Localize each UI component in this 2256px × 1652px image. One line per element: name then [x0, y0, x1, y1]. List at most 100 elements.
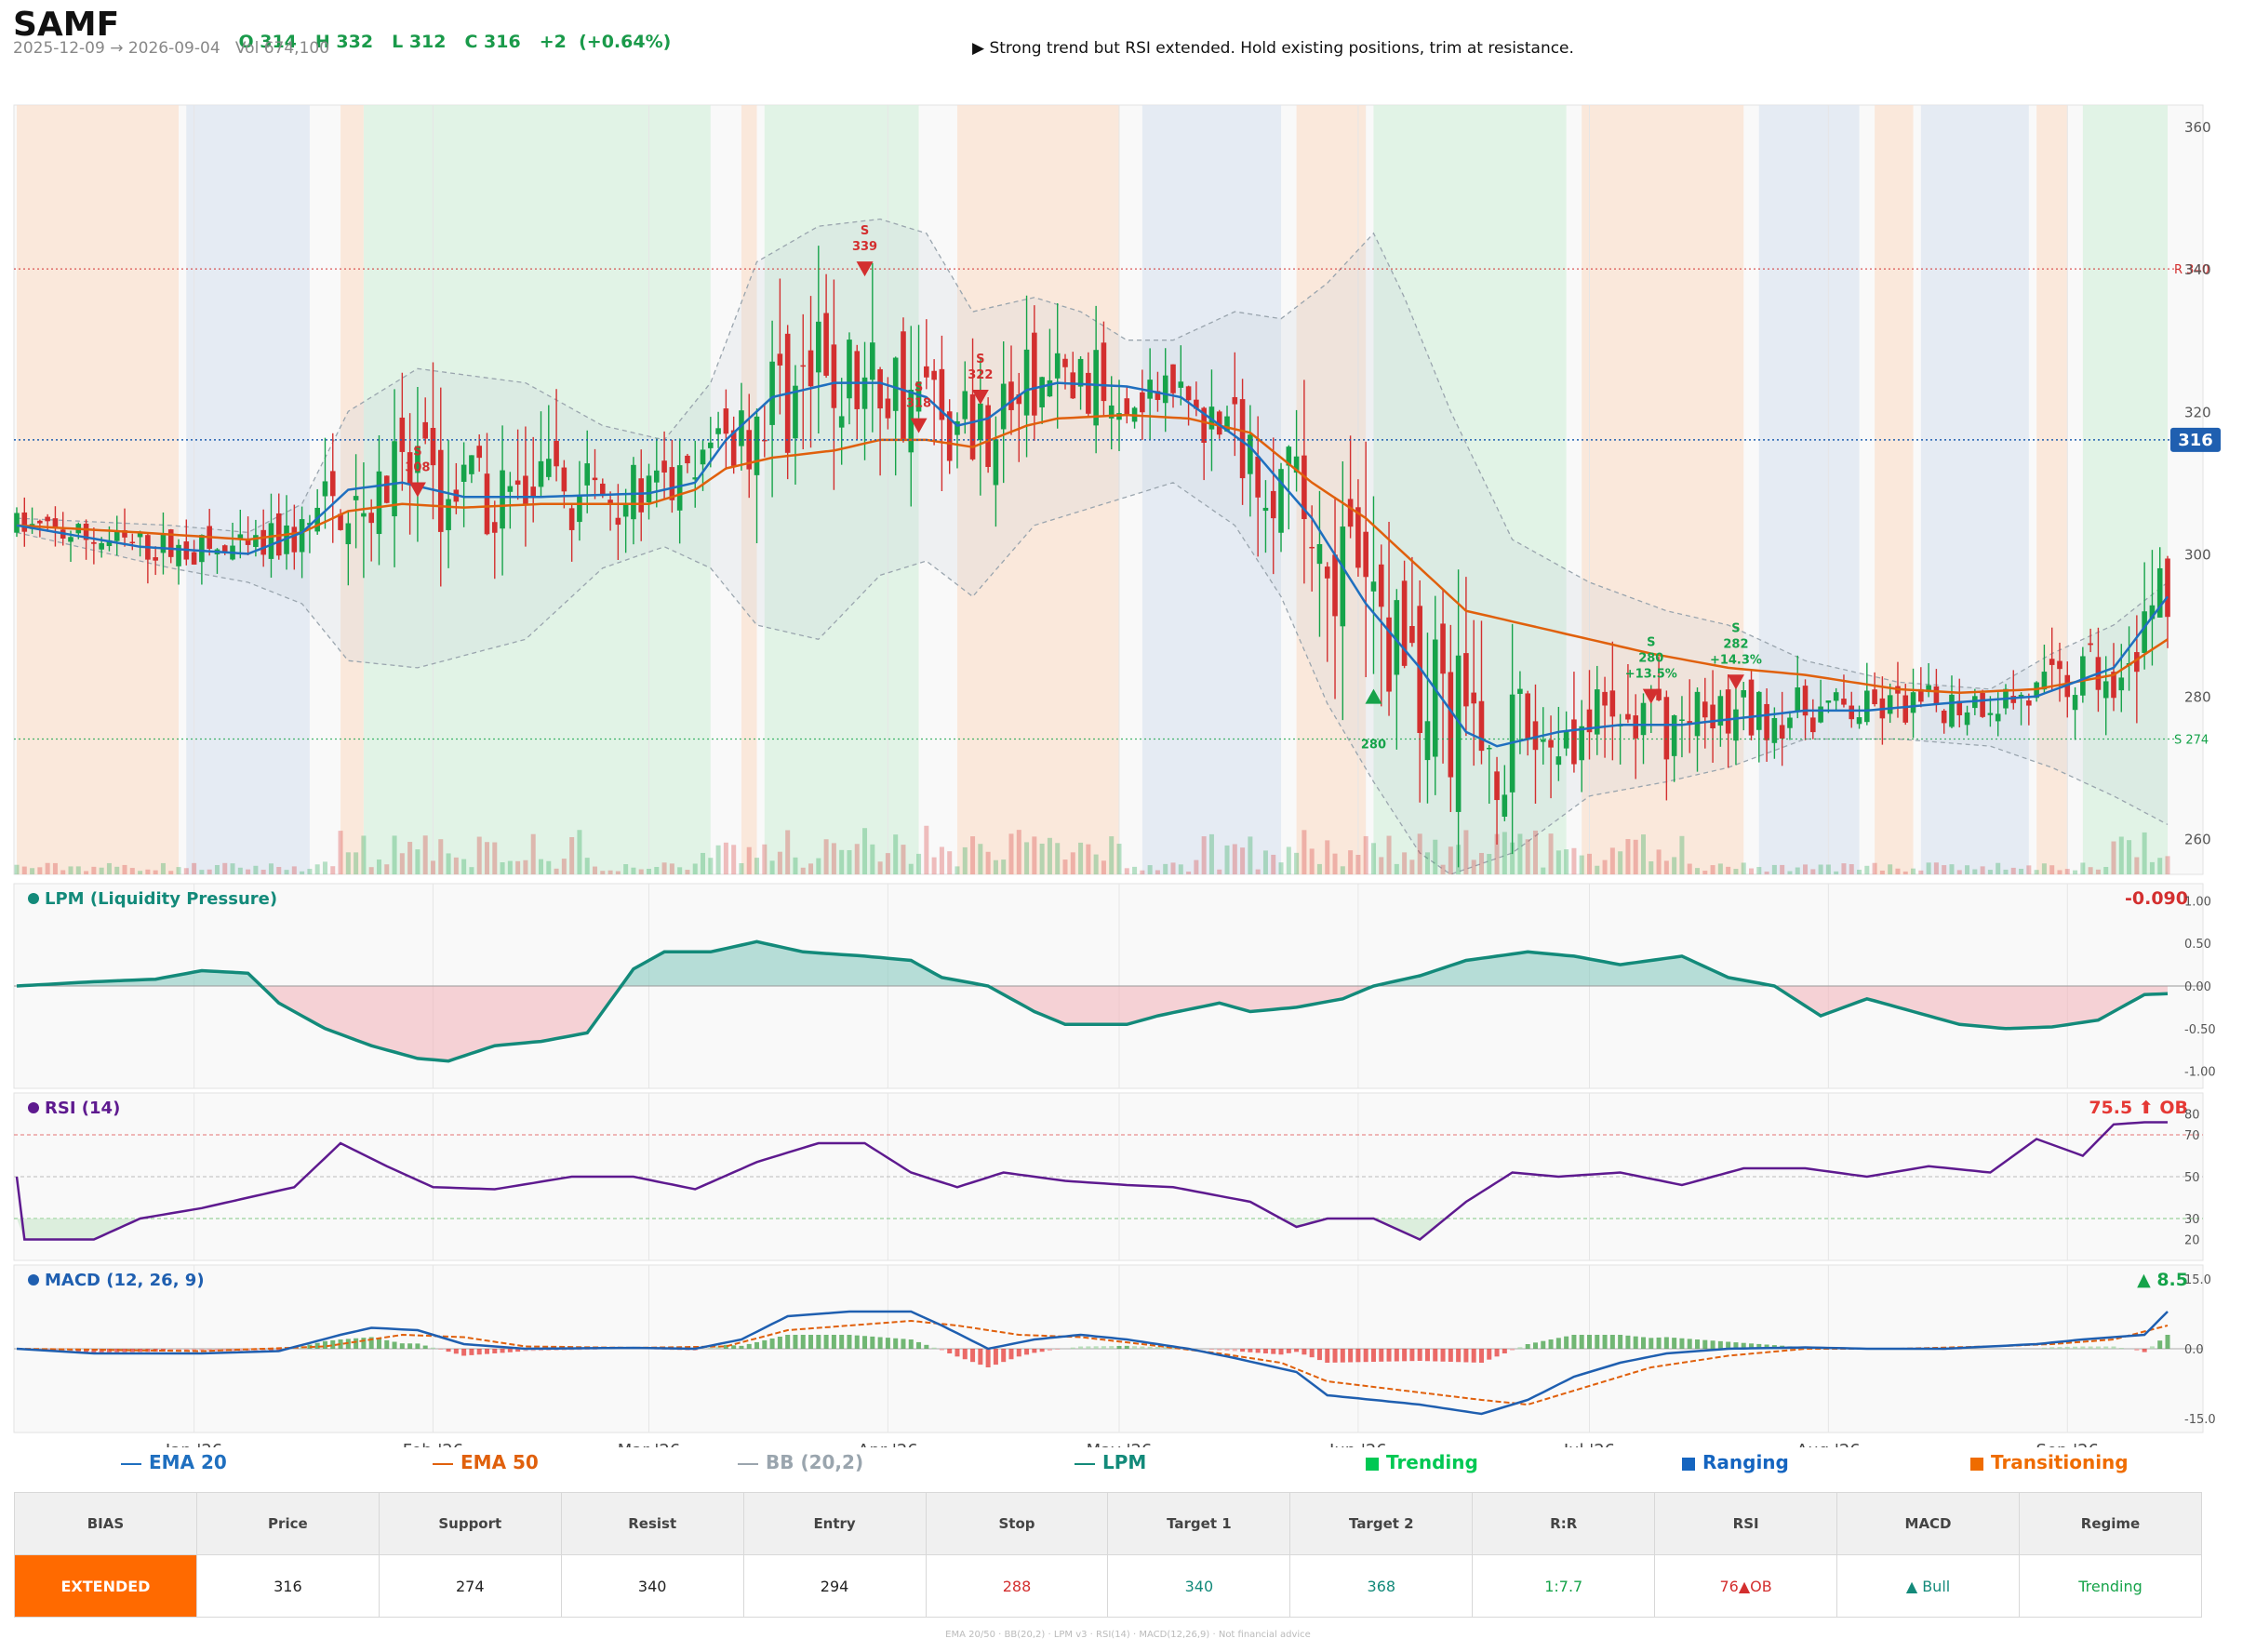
volume-bar [1370, 843, 1376, 874]
volume-bar [931, 857, 937, 874]
candle-body [299, 519, 305, 553]
legend-swatch [1970, 1457, 1983, 1471]
candle-body [1008, 381, 1014, 410]
volume-bar [515, 860, 521, 874]
table-value-cell: 288 [925, 1554, 1109, 1618]
macd-histogram-bar [947, 1349, 953, 1353]
date-range-text: 2025-12-09 → 2026-09-04 [13, 39, 220, 58]
macd-histogram-bar [978, 1349, 983, 1366]
volume-bar [1710, 865, 1715, 874]
macd-histogram-bar [1024, 1349, 1030, 1355]
candle-body [1995, 713, 2001, 722]
volume-bar [654, 867, 660, 874]
candle-body [870, 342, 875, 380]
macd-histogram-bar [2149, 1346, 2155, 1349]
macd-histogram-bar [793, 1335, 798, 1349]
candle-body [361, 513, 367, 517]
macd-histogram-bar [1248, 1349, 1253, 1352]
macd-histogram-bar [2142, 1349, 2147, 1352]
candle-body [1363, 531, 1368, 578]
volume-bar [1163, 863, 1168, 874]
signal-label-1: S [861, 224, 869, 238]
volume-bar [1008, 833, 1014, 874]
macd-histogram-bar [1109, 1346, 1115, 1349]
macd-histogram-bar [1440, 1349, 1446, 1362]
volume-bar [1325, 840, 1330, 874]
volume-bar [762, 844, 768, 874]
volume-bar [384, 864, 390, 874]
x-tick-label: Mar '26 [618, 1441, 681, 1447]
macd-histogram-bar [1232, 1349, 1237, 1352]
candle-body [1787, 717, 1793, 728]
signal-label-4: 280 [1361, 739, 1386, 753]
macd-histogram-bar [1309, 1349, 1315, 1358]
volume-bar [1471, 859, 1476, 874]
volume-bar [1787, 871, 1793, 874]
candle-body [1077, 358, 1084, 387]
volume-bar [1101, 860, 1106, 874]
volume-bar [1633, 839, 1638, 874]
candle-body [1471, 692, 1476, 704]
macd-histogram-bar [1548, 1339, 1554, 1349]
panel-value: ▲ 8.5 [2137, 1270, 2188, 1290]
volume-bar [731, 845, 737, 874]
candle-body [514, 480, 521, 486]
price-y-tick: 360 [2184, 119, 2211, 136]
macd-histogram-bar [1055, 1349, 1061, 1350]
table-value-cell: EXTENDED [14, 1554, 197, 1618]
macd-histogram-bar [1316, 1349, 1322, 1361]
volume-bar [785, 830, 791, 874]
volume-bar [84, 871, 89, 874]
volume-bar [1124, 868, 1129, 874]
volume-bar [214, 864, 220, 874]
macd-histogram-bar [1078, 1346, 1084, 1349]
macd-histogram-bar [1564, 1336, 1569, 1349]
volume-bar [1255, 869, 1261, 874]
volume-bar [1756, 867, 1762, 874]
macd-histogram-bar [847, 1335, 852, 1349]
macd-histogram-bar [970, 1349, 976, 1363]
volume-bar [160, 862, 166, 874]
macd-histogram-bar [1271, 1349, 1276, 1354]
macd-histogram-bar [322, 1340, 327, 1349]
macd-histogram-bar [1618, 1335, 1623, 1349]
table-value-cell: 368 [1289, 1554, 1474, 1618]
volume-bar [1864, 865, 1870, 874]
candle-body [484, 473, 490, 535]
lpm-y-tick: 1.00 [2184, 895, 2211, 909]
volume-bar [1433, 839, 1438, 874]
volume-bar [484, 842, 489, 874]
candle-body [353, 496, 359, 500]
macd-histogram-bar [1595, 1335, 1600, 1349]
volume-bar [237, 867, 243, 874]
macd-histogram-bar [1541, 1340, 1546, 1349]
volume-bar [1024, 842, 1030, 874]
volume-bar [1933, 862, 1939, 874]
candle-body [676, 465, 683, 511]
macd-histogram-bar [1047, 1349, 1052, 1352]
volume-bar [1478, 852, 1484, 874]
signal-label-5: 280 [1638, 652, 1663, 666]
macd-histogram-bar [954, 1349, 960, 1357]
volume-bar [1302, 830, 1307, 874]
legend-item-2: BB (20,2) [738, 1451, 863, 1473]
volume-bar [1448, 846, 1453, 874]
volume-bar [1147, 865, 1153, 874]
candle-body [1047, 380, 1053, 397]
table-value-cell: 294 [742, 1554, 927, 1618]
candle-body [1779, 725, 1785, 739]
volume-bar [354, 852, 359, 874]
candle-body [1841, 699, 1847, 705]
candle-body [1463, 653, 1469, 707]
table-value-cell: 274 [378, 1554, 562, 1618]
volume-bar [1379, 857, 1384, 874]
candle-body [885, 398, 891, 419]
candle-body [260, 529, 266, 555]
macd-histogram-bar [862, 1336, 868, 1349]
candle-body [638, 478, 645, 513]
volume-bar [1440, 864, 1446, 874]
legend-swatch [121, 1462, 141, 1465]
signal-label-0: 308 [405, 461, 430, 475]
volume-bar [916, 853, 922, 874]
table-header-cell: R:R [1472, 1492, 1656, 1555]
